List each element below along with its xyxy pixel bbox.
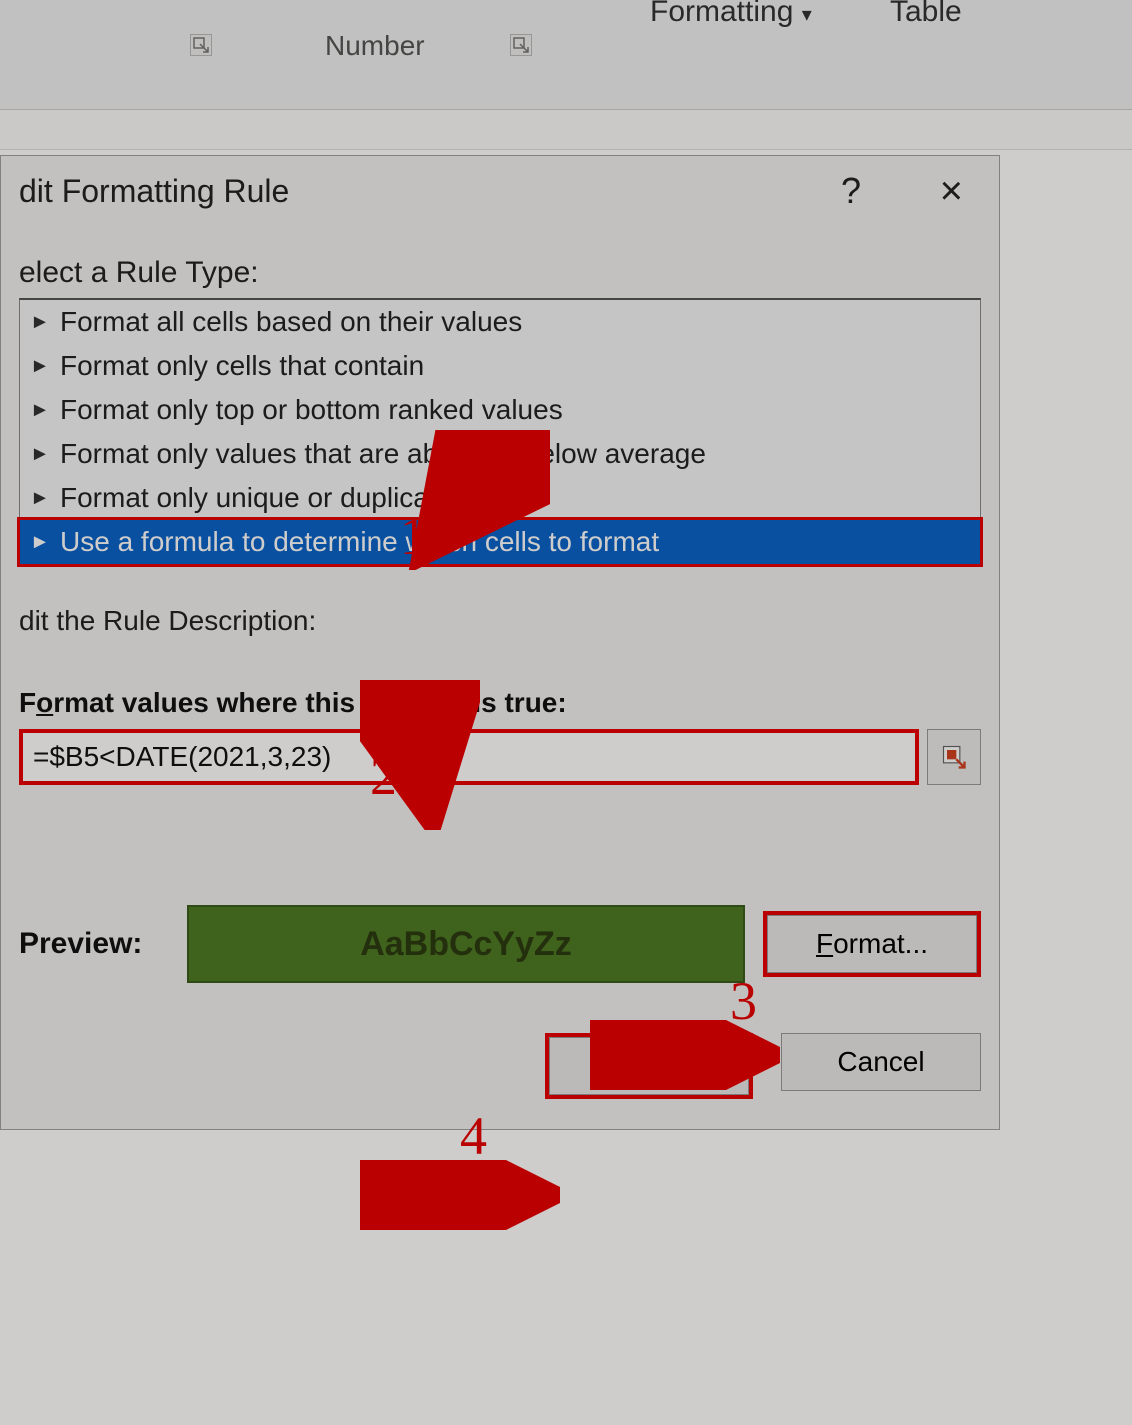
ribbon-table-label[interactable]: Table [890, 0, 962, 29]
help-button[interactable]: ? [841, 170, 861, 212]
ribbon-number-group-label: Number [325, 30, 425, 62]
rule-type-item[interactable]: ►Format only top or bottom ranked values [20, 388, 980, 432]
bullet-icon: ► [30, 355, 50, 378]
cancel-button[interactable]: Cancel [781, 1033, 981, 1091]
rule-type-item[interactable]: ►Format all cells based on their values [20, 300, 980, 344]
rule-type-listbox[interactable]: ►Format all cells based on their values … [19, 298, 981, 565]
rule-type-item-selected[interactable]: ►Use a formula to determine which cells … [17, 517, 983, 567]
preview-label: Preview: [19, 927, 169, 961]
bullet-icon: ► [30, 531, 50, 554]
edit-rule-description-label: dit the Rule Description: [19, 605, 981, 637]
close-button[interactable]: × [940, 169, 963, 214]
formula-label: Format values where this formula is true… [19, 687, 981, 719]
ok-button-highlight: OK [545, 1033, 753, 1099]
bullet-icon: ► [30, 487, 50, 510]
select-rule-type-label: elect a Rule Type: [19, 256, 981, 290]
dialog-titlebar: dit Formatting Rule ? × [19, 156, 981, 226]
formula-bar-strip [0, 110, 1132, 150]
ribbon-formatting-label[interactable]: Formatting ▾ [650, 0, 812, 29]
dialog-title: dit Formatting Rule [19, 173, 289, 210]
dialog-launcher-icon[interactable] [510, 34, 532, 56]
preview-sample: AaBbCcYyZz [187, 905, 745, 983]
edit-formatting-rule-dialog: dit Formatting Rule ? × elect a Rule Typ… [0, 155, 1000, 1130]
ribbon-area: Formatting ▾ Table Number [0, 0, 1132, 110]
collapse-dialog-icon[interactable] [927, 729, 981, 785]
annotation-arrow-4 [360, 1160, 560, 1230]
rule-type-item[interactable]: ►Format only unique or duplicate values [20, 476, 980, 520]
bullet-icon: ► [30, 311, 50, 334]
dialog-launcher-icon[interactable] [190, 34, 212, 56]
bullet-icon: ► [30, 399, 50, 422]
format-button[interactable]: Format... [767, 915, 977, 973]
formula-input[interactable] [33, 741, 905, 773]
ok-button[interactable]: OK [549, 1037, 749, 1095]
formula-input-highlight [19, 729, 919, 785]
rule-type-item[interactable]: ►Format only cells that contain [20, 344, 980, 388]
bullet-icon: ► [30, 443, 50, 466]
rule-type-item[interactable]: ►Format only values that are above or be… [20, 432, 980, 476]
format-button-highlight: Format... [763, 911, 981, 977]
